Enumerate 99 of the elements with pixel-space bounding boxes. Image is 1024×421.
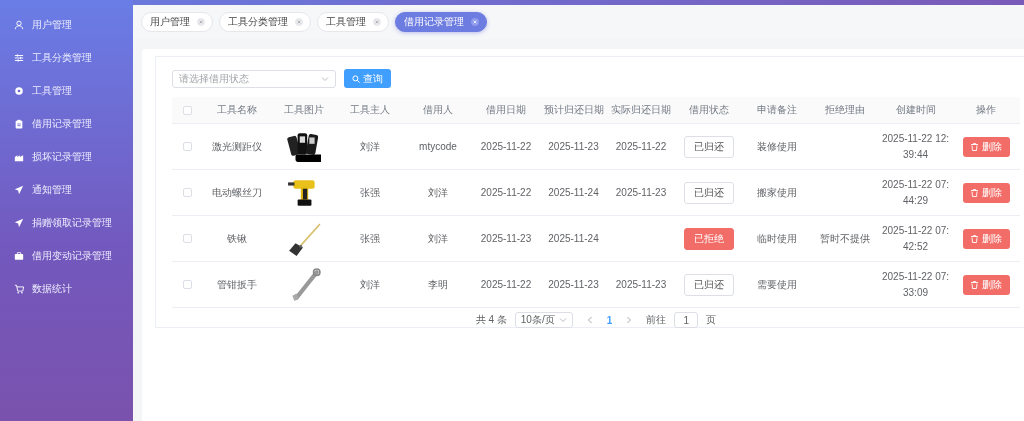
table-cell-text: 管钳扳手 bbox=[216, 277, 258, 292]
table-cell-text: 刘洋 bbox=[359, 277, 381, 292]
table-cell-text: 2025-11-23 bbox=[614, 278, 668, 292]
table-cell-text: 2025-11-22 bbox=[479, 140, 533, 154]
column-header: 创建时间 bbox=[894, 103, 937, 117]
close-icon[interactable] bbox=[295, 18, 303, 26]
goto-label: 前往 bbox=[646, 313, 667, 327]
table-cell-text: 暂时不提供 bbox=[819, 231, 871, 246]
cart-icon bbox=[14, 284, 24, 294]
page-input[interactable]: 1 bbox=[674, 312, 699, 328]
table-cell-text: 2025-11-22 bbox=[479, 186, 533, 200]
table-cell-text: 2025-11-22 12:39:44 bbox=[880, 131, 951, 162]
sidebar-item[interactable]: 工具分类管理 bbox=[32, 51, 92, 65]
status-tag: 已拒绝 bbox=[684, 227, 734, 250]
tab[interactable]: 工具分类管理 bbox=[219, 12, 311, 32]
trash-icon bbox=[970, 188, 978, 197]
column-header: 拒绝理由 bbox=[824, 103, 866, 117]
sidebar-item[interactable]: 工具管理 bbox=[32, 84, 72, 98]
sidebar-item[interactable]: 数据统计 bbox=[32, 282, 72, 296]
checkbox[interactable] bbox=[182, 142, 192, 151]
table-cell-text: 2025-11-22 bbox=[614, 140, 668, 154]
sidebar-item[interactable]: 通知管理 bbox=[32, 183, 72, 197]
table-cell-text: 2025-11-23 bbox=[547, 140, 600, 154]
briefcase-icon bbox=[14, 251, 24, 261]
delete-button[interactable]: 删除 bbox=[962, 228, 1010, 249]
table-cell-text: 电动螺丝刀 bbox=[211, 185, 263, 200]
column-header: 借用状态 bbox=[688, 103, 730, 117]
delete-button[interactable]: 删除 bbox=[962, 136, 1010, 157]
chevron-down-icon bbox=[558, 317, 567, 323]
table-cell-text: 铁锹 bbox=[226, 231, 248, 246]
sidebar-item[interactable]: 捐赠领取记录管理 bbox=[32, 216, 112, 230]
checkbox[interactable] bbox=[182, 105, 192, 115]
table-cell-text: 搬家使用 bbox=[756, 185, 798, 200]
chevron-down-icon bbox=[321, 75, 329, 82]
delete-button[interactable]: 删除 bbox=[962, 274, 1010, 295]
sidebar-item[interactable]: 用户管理 bbox=[32, 18, 72, 32]
gear-icon bbox=[14, 86, 24, 96]
table-cell-text: 2025-11-22 07:42:52 bbox=[880, 223, 951, 254]
status-tag: 已归还 bbox=[684, 135, 734, 158]
table-cell-text: 2025-11-23 bbox=[614, 186, 668, 200]
trash-icon bbox=[970, 142, 978, 151]
column-header: 预计归还日期 bbox=[542, 103, 605, 117]
column-header: 操作 bbox=[975, 103, 997, 117]
chevron-right-icon[interactable] bbox=[626, 316, 633, 324]
column-header: 工具图片 bbox=[283, 103, 325, 117]
table-cell-text: 张强 bbox=[359, 231, 381, 246]
table-cell-text: 张强 bbox=[359, 185, 381, 200]
sidebar-item[interactable]: 借用记录管理 bbox=[32, 117, 92, 131]
close-icon[interactable] bbox=[373, 18, 381, 26]
table-cell-text: 2025-11-22 07:44:29 bbox=[880, 177, 951, 208]
sidebar-item[interactable]: 损坏记录管理 bbox=[32, 150, 92, 164]
delete-button[interactable]: 删除 bbox=[962, 182, 1010, 203]
column-header: 工具主人 bbox=[349, 103, 391, 117]
table-cell-text: 激光测距仪 bbox=[211, 139, 263, 154]
table-cell-text: 2025-11-22 bbox=[479, 278, 533, 292]
table-cell-text: 刘洋 bbox=[427, 185, 449, 200]
column-header: 借用人 bbox=[422, 103, 454, 117]
trash-icon bbox=[970, 234, 978, 243]
page-number[interactable]: 1 bbox=[606, 314, 613, 326]
checkbox[interactable] bbox=[182, 234, 192, 243]
tab[interactable]: 用户管理 bbox=[141, 12, 213, 32]
table-cell-text: 2025-11-22 07:33:09 bbox=[880, 269, 951, 300]
table-cell-text: 2025-11-23 bbox=[479, 232, 533, 246]
total-count: 共 4 条 bbox=[475, 313, 507, 327]
table-cell-text: 2025-11-24 bbox=[547, 232, 600, 246]
table-cell-text: 刘洋 bbox=[427, 231, 449, 246]
column-header: 申请备注 bbox=[756, 103, 798, 117]
page-size-select[interactable]: 10条/页 bbox=[514, 312, 573, 328]
tab[interactable]: 借用记录管理 bbox=[395, 12, 487, 32]
table-cell-text: 需要使用 bbox=[756, 277, 798, 292]
user-icon bbox=[14, 20, 24, 30]
tab[interactable]: 工具管理 bbox=[317, 12, 389, 32]
close-icon[interactable] bbox=[471, 18, 479, 26]
table-cell-text: 临时使用 bbox=[756, 231, 798, 246]
sliders-icon bbox=[14, 53, 24, 63]
column-header: 工具名称 bbox=[216, 103, 258, 117]
table-cell-text: 李明 bbox=[427, 277, 449, 292]
trash-icon bbox=[970, 280, 978, 289]
search-button[interactable]: 查询 bbox=[344, 69, 391, 88]
search-icon bbox=[352, 74, 360, 83]
chevron-left-icon[interactable] bbox=[586, 316, 593, 324]
table-cell-text: 装修使用 bbox=[756, 139, 798, 154]
clipboard-icon bbox=[14, 119, 24, 129]
table-cell-text: mtycode bbox=[418, 140, 458, 154]
page-suffix: 页 bbox=[706, 313, 717, 327]
paper-plane-icon bbox=[14, 218, 24, 228]
checkbox[interactable] bbox=[182, 280, 192, 289]
column-header: 借用日期 bbox=[485, 103, 527, 117]
status-tag: 已归还 bbox=[684, 181, 734, 204]
close-icon[interactable] bbox=[197, 18, 205, 26]
table-cell-text: 2025-11-24 bbox=[547, 186, 600, 200]
status-tag: 已归还 bbox=[684, 273, 734, 296]
paper-plane-icon bbox=[14, 185, 24, 195]
checkbox[interactable] bbox=[182, 188, 192, 197]
column-header: 实际归还日期 bbox=[610, 103, 672, 117]
sidebar-item[interactable]: 借用变动记录管理 bbox=[32, 249, 112, 263]
status-select[interactable]: 请选择借用状态 bbox=[172, 69, 336, 88]
table-cell-text: 刘洋 bbox=[359, 139, 381, 154]
table-cell-text: 2025-11-23 bbox=[547, 278, 600, 292]
